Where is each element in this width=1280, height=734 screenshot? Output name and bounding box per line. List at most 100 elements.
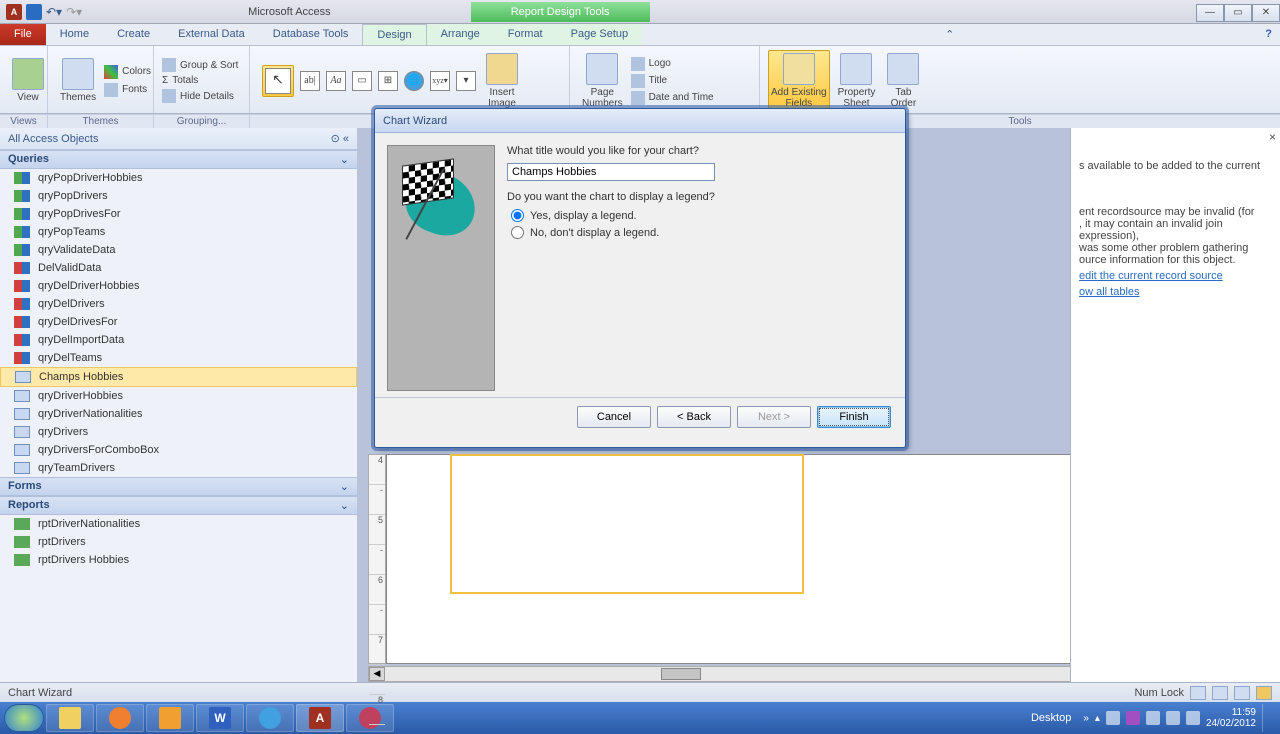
group-sort-button[interactable]: Group & Sort xyxy=(162,57,238,73)
nav-section-reports[interactable]: Reports⌄ xyxy=(0,496,357,515)
nav-item-query[interactable]: Champs Hobbies xyxy=(0,367,357,387)
nav-item-query[interactable]: qryDelImportData xyxy=(0,331,357,349)
nav-section-queries[interactable]: Queries⌄ xyxy=(0,150,357,169)
query-icon xyxy=(14,262,30,274)
tab-control[interactable]: ⊞ xyxy=(378,71,398,91)
taskbar-ie[interactable] xyxy=(246,704,294,732)
nav-item-query[interactable]: qryDelTeams xyxy=(0,349,357,367)
nav-item-query[interactable]: qryDelDrivesFor xyxy=(0,313,357,331)
finish-button[interactable]: Finish xyxy=(817,406,891,428)
show-all-tables-link[interactable]: ow all tables xyxy=(1079,286,1272,298)
view-design-icon[interactable] xyxy=(1256,686,1272,700)
view-layout-icon[interactable] xyxy=(1234,686,1250,700)
more-controls-icon[interactable]: ▾ xyxy=(456,71,476,91)
taskbar-access[interactable]: A xyxy=(296,704,344,732)
save-icon[interactable] xyxy=(26,4,42,20)
tray-chevron-icon[interactable]: » xyxy=(1083,713,1089,724)
nav-item-query[interactable]: qryDrivers xyxy=(0,423,357,441)
insert-image-button[interactable]: Insert Image xyxy=(482,51,522,111)
help-icon[interactable]: ? xyxy=(1257,24,1280,45)
legend-no-radio[interactable] xyxy=(511,226,524,239)
nav-section-forms[interactable]: Forms⌄ xyxy=(0,477,357,496)
nav-item-query[interactable]: qryDelDriverHobbies xyxy=(0,277,357,295)
nav-item-report[interactable]: rptDrivers xyxy=(0,533,357,551)
scroll-left-button[interactable]: ◀ xyxy=(369,667,385,681)
nav-item-report[interactable]: rptDriverNationalities xyxy=(0,515,357,533)
colors-button[interactable]: Colors xyxy=(104,64,151,80)
title-button[interactable]: Title xyxy=(631,73,714,89)
chart-title-input[interactable] xyxy=(507,163,715,181)
nav-item-query[interactable]: qryPopDriverHobbies xyxy=(0,169,357,187)
hide-details-button[interactable]: Hide Details xyxy=(162,88,238,104)
close-button[interactable]: ✕ xyxy=(1252,4,1280,22)
desktop-toolbar[interactable]: Desktop xyxy=(1031,712,1071,724)
tray-volume-icon[interactable] xyxy=(1186,711,1200,725)
taskbar-outlook[interactable] xyxy=(146,704,194,732)
tab-page-setup[interactable]: Page Setup xyxy=(557,24,643,45)
tab-design[interactable]: Design xyxy=(362,24,426,45)
tray-flag-icon[interactable] xyxy=(1146,711,1160,725)
view-report-icon[interactable] xyxy=(1190,686,1206,700)
totals-button[interactable]: Σ Totals xyxy=(162,74,238,87)
nav-item-report[interactable]: rptDrivers Hobbies xyxy=(0,551,357,569)
hyperlink-control[interactable]: 🌐 xyxy=(404,71,424,91)
start-button[interactable] xyxy=(4,704,44,732)
tray-network-icon[interactable] xyxy=(1166,711,1180,725)
nav-item-query[interactable]: qryValidateData xyxy=(0,241,357,259)
nav-header[interactable]: All Access Objects ⊙ « xyxy=(0,128,357,150)
view-print-icon[interactable] xyxy=(1212,686,1228,700)
back-button[interactable]: < Back xyxy=(657,406,731,428)
tab-home[interactable]: Home xyxy=(46,24,103,45)
cancel-button[interactable]: Cancel xyxy=(577,406,651,428)
nav-item-query[interactable]: qryPopTeams xyxy=(0,223,357,241)
taskbar-word[interactable]: W xyxy=(196,704,244,732)
fonts-button[interactable]: Fonts xyxy=(104,82,151,98)
themes-button[interactable]: Themes xyxy=(56,56,100,105)
textbox-control[interactable]: ab| xyxy=(300,71,320,91)
tab-file[interactable]: File xyxy=(0,24,46,45)
minimize-button[interactable]: — xyxy=(1196,4,1224,22)
property-sheet-button[interactable]: Property Sheet xyxy=(834,51,880,111)
taskbar-explorer[interactable] xyxy=(46,704,94,732)
nav-item-query[interactable]: qryDriverNationalities xyxy=(0,405,357,423)
logo-button[interactable]: Logo xyxy=(631,56,714,72)
tab-create[interactable]: Create xyxy=(103,24,164,45)
nav-item-query[interactable]: DelValidData xyxy=(0,259,357,277)
label-control[interactable]: Aa xyxy=(326,71,346,91)
next-button[interactable]: Next > xyxy=(737,406,811,428)
tray-up-icon[interactable]: ▴ xyxy=(1095,713,1100,724)
add-existing-fields-button[interactable]: Add Existing Fields xyxy=(768,50,830,112)
tray-icon-1[interactable] xyxy=(1106,711,1120,725)
close-pane-button[interactable]: × xyxy=(1269,130,1276,144)
nav-item-query[interactable]: qryDelDrivers xyxy=(0,295,357,313)
redo-icon[interactable]: ↷▾ xyxy=(66,5,82,19)
nav-item-query[interactable]: qryPopDrivesFor xyxy=(0,205,357,223)
scrollbar-thumb[interactable] xyxy=(661,668,701,680)
dialog-titlebar[interactable]: Chart Wizard xyxy=(375,109,905,133)
show-desktop-button[interactable] xyxy=(1262,704,1270,732)
tab-format[interactable]: Format xyxy=(494,24,557,45)
combobox-control[interactable]: xyz▾ xyxy=(430,71,450,91)
view-button[interactable]: View xyxy=(8,56,48,105)
tray-onenote-icon[interactable] xyxy=(1126,711,1140,725)
taskbar-media[interactable] xyxy=(96,704,144,732)
ribbon-minimize-icon[interactable]: ⌃ xyxy=(937,24,962,45)
nav-item-query[interactable]: qryTeamDrivers xyxy=(0,459,357,477)
legend-yes-radio[interactable] xyxy=(511,209,524,222)
chart-placeholder[interactable] xyxy=(450,454,804,594)
tab-order-button[interactable]: Tab Order xyxy=(883,51,923,111)
maximize-button[interactable]: ▭ xyxy=(1224,4,1252,22)
nav-item-query[interactable]: qryDriversForComboBox xyxy=(0,441,357,459)
edit-recordsource-link[interactable]: edit the current record source xyxy=(1079,270,1272,282)
button-control[interactable]: ▭ xyxy=(352,71,372,91)
tray-clock[interactable]: 11:5924/02/2012 xyxy=(1206,707,1256,729)
page-numbers-button[interactable]: Page Numbers xyxy=(578,51,627,111)
select-control[interactable]: ↖ xyxy=(262,65,294,97)
tab-arrange[interactable]: Arrange xyxy=(427,24,494,45)
nav-item-query[interactable]: qryDriverHobbies xyxy=(0,387,357,405)
tab-database-tools[interactable]: Database Tools xyxy=(259,24,363,45)
undo-icon[interactable]: ↶▾ xyxy=(46,5,62,19)
nav-item-query[interactable]: qryPopDrivers xyxy=(0,187,357,205)
tab-external-data[interactable]: External Data xyxy=(164,24,259,45)
datetime-button[interactable]: Date and Time xyxy=(631,90,714,106)
